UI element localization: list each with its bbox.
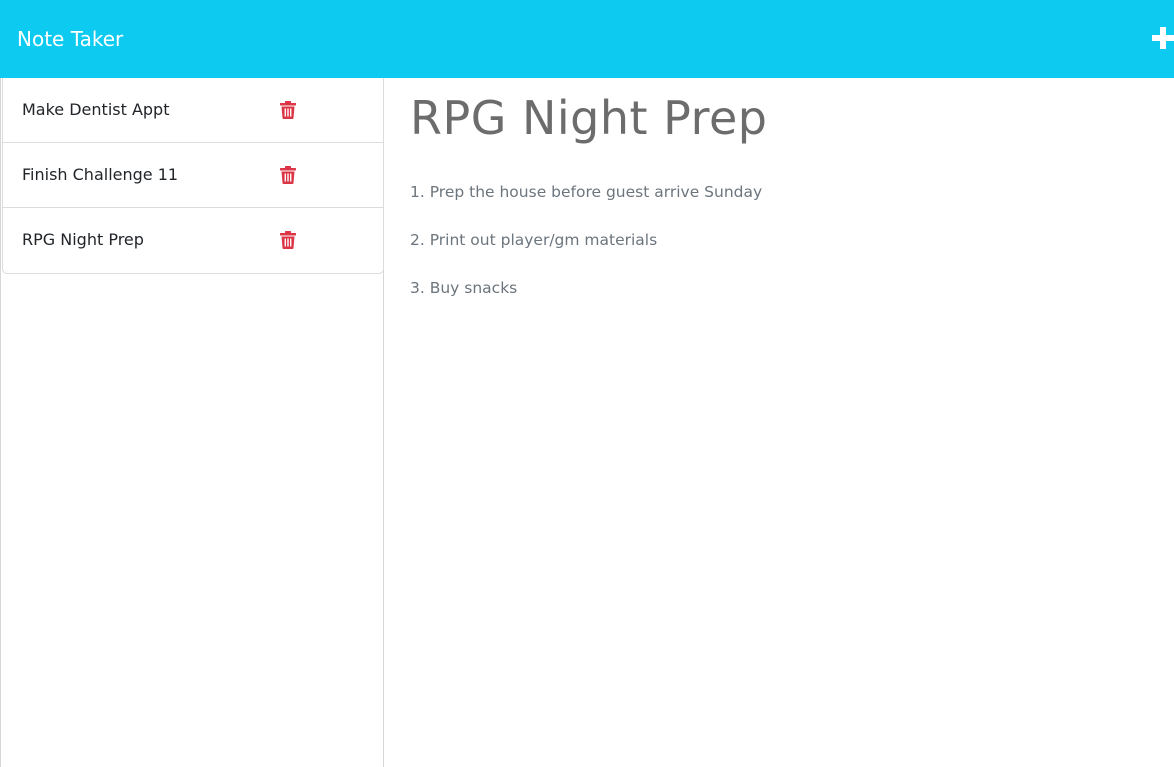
list-item[interactable]: Make Dentist Appt	[3, 78, 383, 143]
note-list: Make Dentist Appt Finish Challenge 11 RP…	[2, 78, 384, 274]
note-text-area[interactable]: 1. Prep the house before guest arrive Su…	[410, 156, 1110, 324]
note-text-line: 2. Print out player/gm materials	[410, 231, 658, 249]
note-title[interactable]: RPG Night Prep	[22, 229, 144, 251]
trash-icon[interactable]	[280, 231, 296, 249]
note-text-line: 1. Prep the house before guest arrive Su…	[410, 183, 763, 201]
app-brand[interactable]: Note Taker	[17, 25, 123, 53]
note-editor: RPG Night Prep 1. Prep the house before …	[384, 78, 1174, 767]
note-title-input[interactable]: RPG Night Prep	[410, 88, 768, 148]
list-item[interactable]: RPG Night Prep	[3, 208, 383, 273]
trash-icon[interactable]	[280, 166, 296, 184]
list-item[interactable]: Finish Challenge 11	[3, 143, 383, 208]
note-text-line: 3. Buy snacks	[410, 279, 518, 297]
sidebar: Make Dentist Appt Finish Challenge 11 RP…	[0, 78, 384, 767]
note-title[interactable]: Finish Challenge 11	[22, 164, 178, 186]
plus-icon[interactable]	[1152, 27, 1174, 49]
navbar: Note Taker	[0, 0, 1174, 78]
trash-icon[interactable]	[280, 101, 296, 119]
note-title[interactable]: Make Dentist Appt	[22, 99, 169, 121]
